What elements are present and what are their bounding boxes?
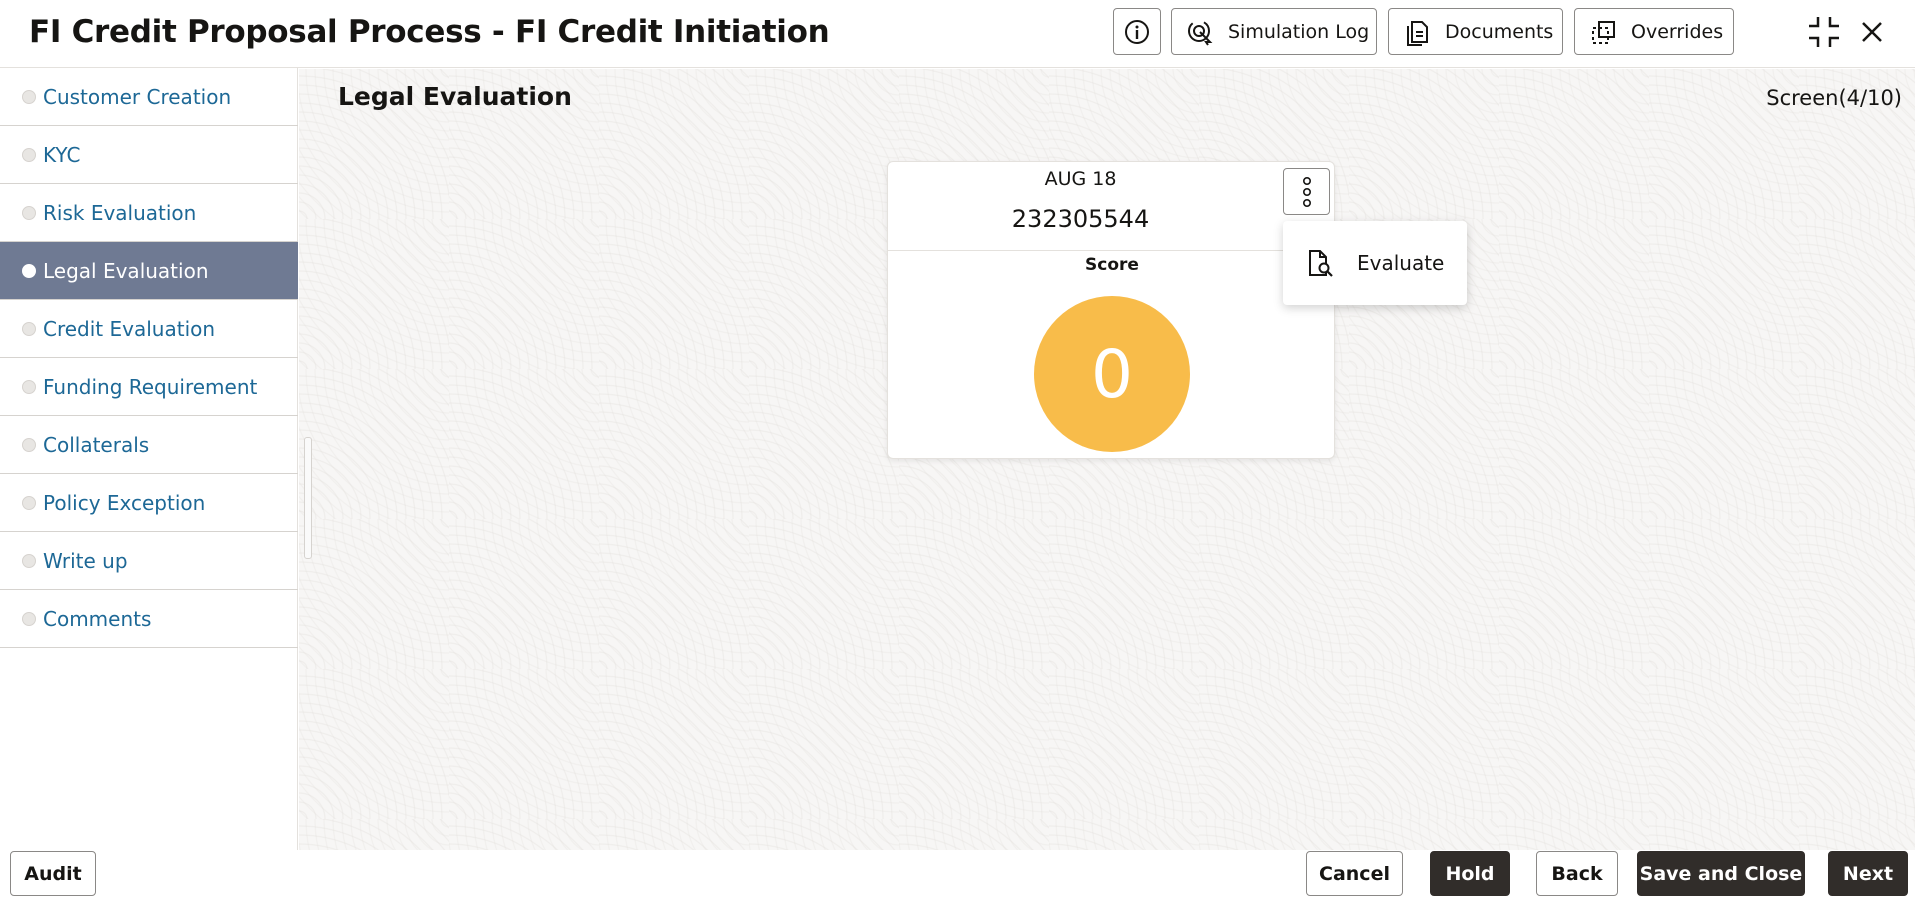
info-icon: [1125, 19, 1149, 44]
sidebar-item-risk-evaluation[interactable]: Risk Evaluation: [0, 184, 298, 242]
sidebar-item-label: Write up: [43, 548, 128, 573]
step-dot: [22, 263, 36, 278]
sidebar-item-label: Risk Evaluation: [43, 200, 197, 225]
score-badge: 0: [1034, 296, 1190, 452]
kebab-icon: [1302, 176, 1311, 207]
step-dot: [22, 437, 36, 452]
cancel-button[interactable]: Cancel: [1306, 851, 1403, 896]
score-label: Score: [1085, 255, 1139, 275]
evaluate-label: Evaluate: [1357, 251, 1445, 275]
document-search-icon: [1309, 250, 1333, 277]
sidebar-item-customer-creation[interactable]: Customer Creation: [0, 68, 298, 126]
sidebar-item-collaterals[interactable]: Collaterals: [0, 416, 298, 474]
info-button[interactable]: [1113, 8, 1161, 55]
step-dot: [22, 89, 36, 104]
simulation-log-label: Simulation Log: [1228, 20, 1370, 43]
app-header: FI Credit Proposal Process - FI Credit I…: [0, 0, 1915, 68]
sidebar-item-label: Legal Evaluation: [43, 258, 209, 283]
step-dot: [22, 321, 36, 336]
sidebar-item-label: Collaterals: [43, 432, 150, 457]
overrides-icon: [1592, 20, 1615, 44]
simulation-log-icon: [1188, 19, 1213, 46]
page-header-title: FI Credit Proposal Process - FI Credit I…: [29, 14, 830, 50]
sidebar-item-write-up[interactable]: Write up: [0, 532, 298, 590]
sidebar-item-policy-exception[interactable]: Policy Exception: [0, 474, 298, 532]
card-divider: [888, 250, 1334, 251]
save-and-close-button[interactable]: Save and Close: [1637, 851, 1805, 896]
sidebar-item-label: Credit Evaluation: [43, 316, 216, 341]
step-dot: [22, 495, 36, 510]
sidebar-item-legal-evaluation[interactable]: Legal Evaluation: [0, 242, 298, 300]
documents-button[interactable]: Documents: [1388, 8, 1563, 55]
sidebar-item-label: KYC: [43, 142, 81, 167]
step-dot: [22, 379, 36, 394]
evaluation-card: AUG 18 232305544 Score 0: [887, 161, 1335, 459]
documents-label: Documents: [1445, 20, 1554, 43]
section-title: Legal Evaluation: [338, 82, 572, 111]
footer-bar: Audit Cancel Hold Back Save and Close Ne…: [0, 850, 1915, 898]
sidebar-item-label: Funding Requirement: [43, 374, 258, 399]
hold-button[interactable]: Hold: [1430, 851, 1510, 896]
step-dot: [22, 205, 36, 220]
close-icon[interactable]: [1854, 14, 1890, 50]
card-id: 232305544: [1011, 205, 1150, 233]
overrides-button[interactable]: Overrides: [1574, 8, 1734, 55]
sidebar-item-label: Comments: [43, 606, 152, 631]
simulation-log-button[interactable]: Simulation Log: [1171, 8, 1377, 55]
step-dot: [22, 147, 36, 162]
documents-icon: [1407, 20, 1428, 46]
more-options-button[interactable]: [1283, 168, 1330, 215]
sidebar-item-label: Customer Creation: [43, 84, 232, 109]
sidebar-scrollbar[interactable]: [304, 437, 312, 559]
sidebar: Customer Creation KYC Risk Evaluation Le…: [0, 68, 298, 850]
sidebar-item-credit-evaluation[interactable]: Credit Evaluation: [0, 300, 298, 358]
sidebar-item-funding-requirement[interactable]: Funding Requirement: [0, 358, 298, 416]
screen-counter: Screen(4/10): [1766, 86, 1902, 110]
sidebar-item-kyc[interactable]: KYC: [0, 126, 298, 184]
overrides-label: Overrides: [1631, 20, 1724, 43]
step-dot: [22, 611, 36, 626]
step-dot: [22, 553, 36, 568]
card-date: AUG 18: [1044, 168, 1117, 190]
shrink-icon[interactable]: [1806, 14, 1842, 50]
sidebar-item-comments[interactable]: Comments: [0, 590, 298, 648]
back-button[interactable]: Back: [1536, 851, 1618, 896]
evaluate-menu-item[interactable]: Evaluate: [1283, 221, 1467, 305]
next-button[interactable]: Next: [1828, 851, 1908, 896]
sidebar-item-label: Policy Exception: [43, 490, 206, 515]
audit-button[interactable]: Audit: [10, 851, 96, 896]
